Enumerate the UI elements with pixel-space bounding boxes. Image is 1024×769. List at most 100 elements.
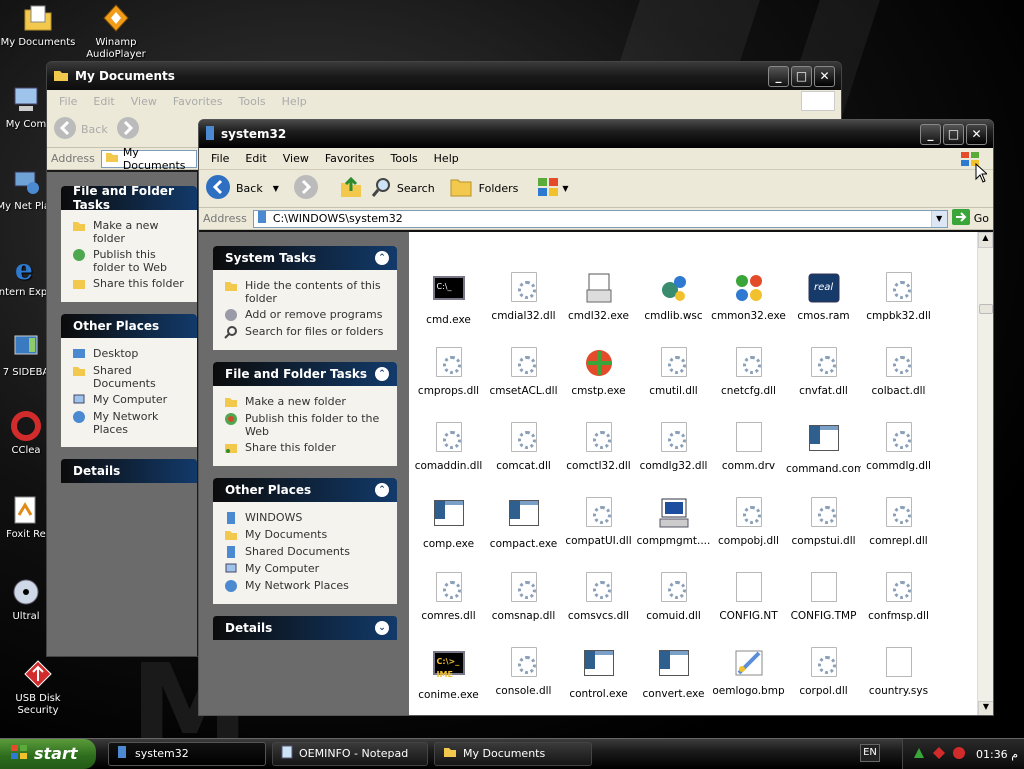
close-button[interactable]: ✕ [814, 65, 835, 87]
file-item[interactable]: CONFIG.NT [711, 572, 786, 623]
collapse-chevron-icon[interactable]: ⌃ [375, 367, 389, 381]
close-button[interactable]: ✕ [966, 123, 987, 145]
maximize-button[interactable]: □ [943, 123, 964, 145]
file-item[interactable]: comrepl.dll [861, 497, 936, 548]
file-item[interactable]: compmgmt.... [636, 497, 711, 548]
network-tray-icon[interactable] [912, 746, 926, 763]
window-titlebar[interactable]: My Documents _ □ ✕ [47, 62, 841, 90]
place-shared-documents[interactable]: Shared Documents [223, 545, 389, 559]
panel-header[interactable]: System Tasks ⌃ [213, 246, 397, 270]
desktop-icon-my-documents[interactable]: My Documents [0, 2, 78, 49]
usb-disk-tray-icon[interactable] [932, 746, 946, 763]
file-item[interactable]: colbact.dll [861, 347, 936, 398]
file-item[interactable]: cmprops.dll [411, 347, 486, 398]
file-item[interactable]: cmmon32.exe [711, 272, 786, 323]
file-item[interactable]: comdlg32.dll [636, 422, 711, 473]
file-item[interactable]: comm.drv [711, 422, 786, 473]
file-item[interactable]: cnetcfg.dll [711, 347, 786, 398]
maximize-button[interactable]: □ [791, 65, 812, 87]
task-search-files[interactable]: Search for files or folders [223, 325, 389, 339]
file-item[interactable]: cmdial32.dll [486, 272, 561, 323]
go-button[interactable]: Go [951, 209, 989, 228]
folders-button[interactable]: Folders [449, 176, 518, 201]
menu-tools[interactable]: Tools [231, 95, 274, 108]
desktop-icon-winamp[interactable]: Winamp AudioPlayer [76, 2, 156, 61]
task-publish-folder[interactable]: Publish this folder to Web [71, 248, 189, 274]
panel-header[interactable]: Other Places [61, 314, 197, 338]
place-windows[interactable]: WINDOWS [223, 511, 389, 525]
file-list[interactable]: cleanmgr.execliconfg.dllcliconfg.execlic… [409, 232, 977, 715]
menu-edit[interactable]: Edit [85, 95, 122, 108]
file-item[interactable]: comuid.dll [636, 572, 711, 623]
place-my-network[interactable]: My Network Places [71, 410, 189, 436]
minimize-button[interactable]: _ [920, 123, 941, 145]
file-item[interactable]: convert.exe [636, 647, 711, 701]
panel-header[interactable]: Details [61, 459, 197, 483]
file-item[interactable]: cmsetACL.dll [486, 347, 561, 398]
menu-view[interactable]: View [275, 152, 317, 165]
place-my-documents[interactable]: My Documents [223, 528, 389, 542]
clock[interactable]: 01:36 م [976, 748, 1018, 761]
security-tray-icon[interactable] [952, 746, 966, 763]
menu-tools[interactable]: Tools [383, 152, 426, 165]
place-shared-documents[interactable]: Shared Documents [71, 364, 189, 390]
file-item[interactable]: corpol.dll [786, 647, 861, 698]
collapse-chevron-icon[interactable]: ⌃ [375, 251, 389, 265]
window-titlebar[interactable]: system32 _ □ ✕ [199, 120, 993, 148]
file-item[interactable]: cleanmgr.exe [411, 232, 486, 233]
panel-header[interactable]: Other Places ⌃ [213, 478, 397, 502]
vertical-scrollbar[interactable]: ▲ ▼ [977, 232, 993, 715]
file-item[interactable]: cmdlib.wsc [636, 272, 711, 323]
chevron-down-icon[interactable]: ▼ [273, 184, 279, 193]
system32-window[interactable]: system32 _ □ ✕ File Edit View Favorites … [198, 119, 994, 716]
file-item[interactable]: cmcfg32.dll [861, 232, 936, 233]
menu-help[interactable]: Help [274, 95, 315, 108]
file-item[interactable]: cmutil.dll [636, 347, 711, 398]
taskbar-button-my-documents[interactable]: My Documents [434, 741, 592, 766]
file-item[interactable]: C:\_ cmd.exe [411, 272, 486, 327]
taskbar-button-system32[interactable]: system32 [108, 741, 266, 766]
panel-header[interactable]: File and Folder Tasks ⌃ [213, 362, 397, 386]
file-item[interactable]: comp.exe [411, 497, 486, 551]
file-item[interactable]: cliconfg.exe [561, 232, 636, 233]
file-item[interactable]: comctl32.dll [561, 422, 636, 473]
menu-favorites[interactable]: Favorites [317, 152, 383, 165]
task-share-folder[interactable]: Share this folder [223, 441, 389, 455]
search-button[interactable]: Search [371, 176, 435, 201]
menu-help[interactable]: Help [426, 152, 467, 165]
address-input[interactable]: C:\WINDOWS\system32 ▼ [252, 209, 948, 228]
task-add-remove-programs[interactable]: Add or remove programs [223, 308, 389, 322]
file-item[interactable]: CONFIG.TMP [786, 572, 861, 623]
file-item[interactable]: commdlg.dll [861, 422, 936, 473]
file-item[interactable]: C:\>_ IME conime.exe [411, 647, 486, 702]
up-folder-button[interactable] [339, 175, 363, 202]
task-make-new-folder[interactable]: Make a new folder [223, 395, 389, 409]
views-button[interactable]: ▼ [536, 176, 569, 201]
panel-header[interactable]: File and Folder Tasks [61, 186, 197, 212]
file-item[interactable]: cnvfat.dll [786, 347, 861, 398]
task-share-folder[interactable]: Share this folder [71, 277, 189, 291]
expand-chevron-icon[interactable]: ⌄ [375, 621, 389, 635]
file-item[interactable]: country.sys [861, 647, 936, 698]
task-publish-folder[interactable]: Publish this folder to the Web [223, 412, 389, 438]
file-item[interactable]: comaddin.dll [411, 422, 486, 473]
menu-favorites[interactable]: Favorites [165, 95, 231, 108]
file-item[interactable]: clusapi.dll [786, 232, 861, 233]
collapse-chevron-icon[interactable]: ⌃ [375, 483, 389, 497]
back-button[interactable]: Back ▼ [205, 174, 279, 203]
file-item[interactable]: compobj.dll [711, 497, 786, 548]
scroll-thumb[interactable] [979, 304, 993, 314]
file-item[interactable]: comsnap.dll [486, 572, 561, 623]
file-item[interactable]: compstui.dll [786, 497, 861, 548]
file-item[interactable]: control.exe [561, 647, 636, 701]
file-item[interactable]: clipsrv.exe [711, 232, 786, 233]
panel-header[interactable]: Details ⌄ [213, 616, 397, 640]
minimize-button[interactable]: _ [768, 65, 789, 87]
place-my-computer[interactable]: My Computer [71, 393, 189, 407]
address-dropdown-button[interactable]: ▼ [930, 210, 947, 227]
start-button[interactable]: start [0, 738, 96, 769]
scroll-up-button[interactable]: ▲ [978, 232, 993, 248]
menu-view[interactable]: View [123, 95, 165, 108]
file-item[interactable]: cmdl32.exe [561, 272, 636, 323]
taskbar-button-notepad[interactable]: OEMINFO - Notepad [272, 741, 428, 766]
